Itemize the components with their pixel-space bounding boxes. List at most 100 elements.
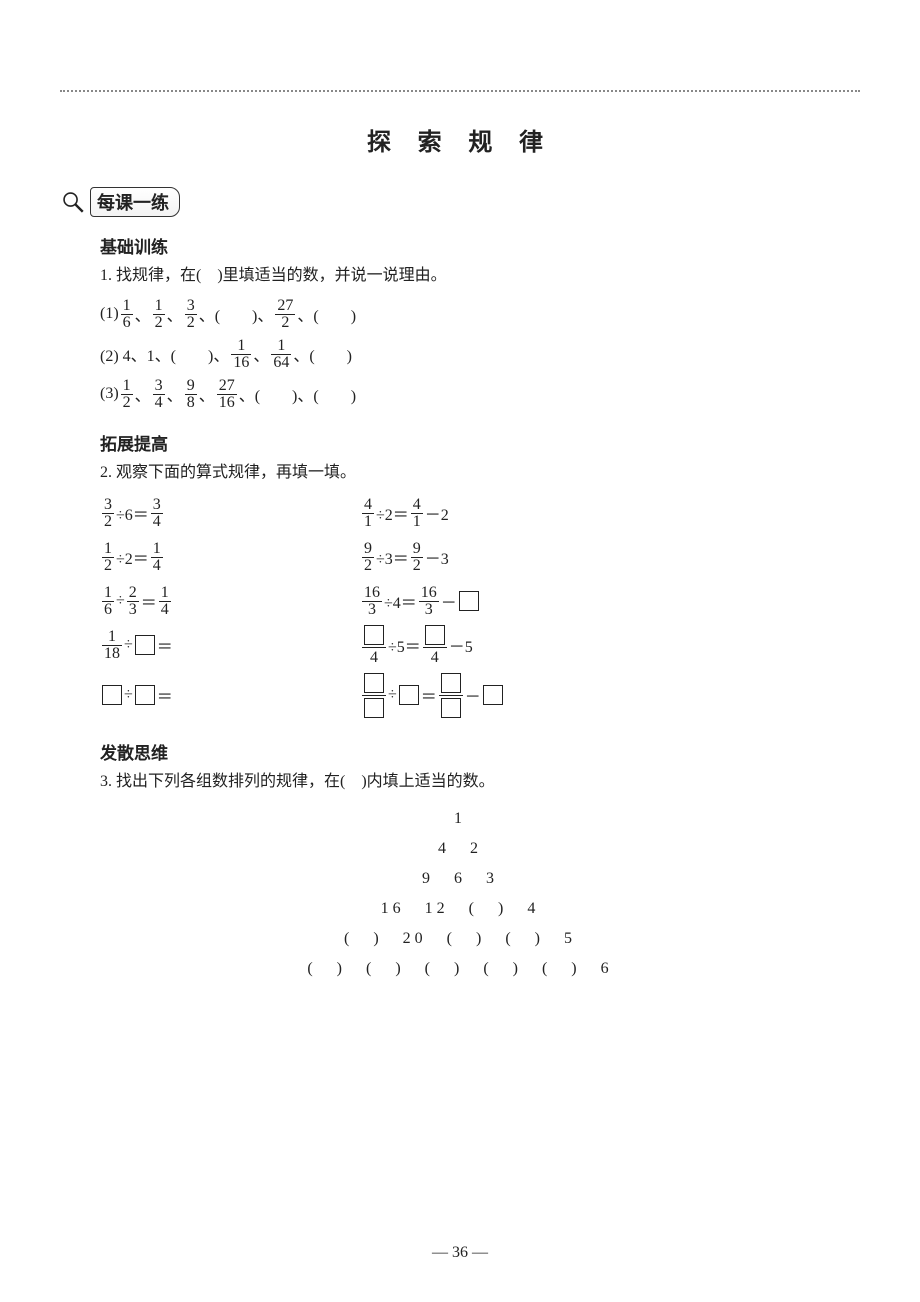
pyr-row-4: 16 12 ( ) 4 — [60, 894, 860, 924]
numerator: 4 — [362, 497, 374, 514]
blank-box — [102, 685, 122, 705]
eq: ＝ — [157, 633, 173, 657]
fraction: 2716 — [217, 378, 237, 411]
minus: － — [465, 683, 481, 707]
denominator: 6 — [121, 315, 133, 331]
eq-row-1: 32 ÷6＝ 34 41 ÷2＝ 41 －2 — [100, 491, 860, 535]
sep: 、 — [135, 302, 151, 326]
denominator: 2 — [121, 395, 133, 411]
fraction: 163 — [419, 585, 439, 618]
pyr-row-1: 1 — [60, 804, 860, 834]
denominator: 2 — [102, 514, 114, 530]
fraction: 14 — [151, 541, 163, 574]
sep: 、 — [253, 342, 269, 366]
fraction: 272 — [275, 298, 295, 331]
section-expand-head: 拓展提高 — [100, 430, 860, 455]
number-pyramid: 1 4 2 9 6 3 16 12 ( ) 4 ( ) 20 ( ) ( ) 5… — [60, 804, 860, 984]
fraction: 32 — [102, 497, 114, 530]
numerator: 1 — [159, 585, 171, 602]
q1-2-prefix: (2) 4、1、( )、 — [100, 342, 229, 366]
fraction: 92 — [362, 541, 374, 574]
tail: － — [441, 589, 457, 613]
blank-box — [459, 591, 479, 611]
q1-1-mid: 、( )、 — [199, 302, 274, 326]
fraction-blank: 4 — [423, 625, 447, 666]
eq-1L: 32 ÷6＝ 34 — [100, 497, 360, 530]
denominator: 6 — [102, 602, 114, 618]
fraction-blank — [439, 673, 463, 718]
eq-5L: ÷ ＝ — [100, 683, 360, 707]
op: ÷ — [124, 686, 133, 704]
numerator: 9 — [411, 541, 423, 558]
eq-3L: 16 ÷ 23 ＝ 14 — [100, 585, 360, 618]
eq-row-3: 16 ÷ 23 ＝ 14 163 ÷4＝ 163 － — [100, 579, 860, 623]
practice-label: 每课一练 — [90, 187, 180, 217]
numerator: 3 — [185, 298, 197, 315]
denominator: 4 — [151, 514, 163, 530]
blank-box — [364, 673, 384, 693]
section-divergent-head: 发散思维 — [100, 739, 860, 764]
blank-box — [425, 625, 445, 645]
eq-2R: 92 ÷3＝ 92 －3 — [360, 541, 620, 574]
tail: －5 — [449, 633, 473, 657]
q1-2-tail: 、( ) — [293, 342, 352, 366]
fraction: 16 — [102, 585, 114, 618]
fraction: 34 — [151, 497, 163, 530]
q1-1-tail: 、( ) — [297, 302, 356, 326]
numerator: 27 — [275, 298, 295, 315]
q1-3-prefix: (3) — [100, 385, 119, 403]
eq-2L: 12 ÷2＝ 14 — [100, 541, 360, 574]
eq-4R: 4 ÷5＝ 4 －5 — [360, 625, 620, 666]
blank-box — [399, 685, 419, 705]
fraction: 12 — [121, 378, 133, 411]
numerator: 4 — [411, 497, 423, 514]
denominator: 16 — [231, 355, 251, 371]
fraction-blank — [362, 673, 386, 718]
numerator: 1 — [102, 585, 114, 602]
q1-3-tail: 、( )、( ) — [239, 382, 356, 406]
section-basic-head: 基础训练 — [100, 233, 860, 258]
sep: 、 — [135, 382, 151, 406]
op: ÷3＝ — [376, 545, 409, 569]
fraction: 32 — [185, 298, 197, 331]
eq-row-4: 118 ÷ ＝ 4 ÷5＝ 4 －5 — [100, 623, 860, 667]
eq-1R: 41 ÷2＝ 41 －2 — [360, 497, 620, 530]
eq: ＝ — [157, 683, 173, 707]
tail: －3 — [425, 545, 449, 569]
denominator: 8 — [185, 395, 197, 411]
numerator: 16 — [362, 585, 382, 602]
fraction: 34 — [153, 378, 165, 411]
page-title: 探 索 规 律 — [60, 122, 860, 157]
numerator: 9 — [185, 378, 197, 395]
op: ÷4＝ — [384, 589, 417, 613]
page-number: — 36 — — [60, 1244, 860, 1262]
fraction: 14 — [159, 585, 171, 618]
q3-text: 3. 找出下列各组数排列的规律，在( )内填上适当的数。 — [100, 770, 860, 794]
denominator: 1 — [362, 514, 374, 530]
blank-box — [441, 673, 461, 693]
fraction: 23 — [127, 585, 139, 618]
numerator: 16 — [419, 585, 439, 602]
numerator: 1 — [231, 338, 251, 355]
denominator: 2 — [362, 558, 374, 574]
denominator: 64 — [271, 355, 291, 371]
blank-box — [364, 625, 384, 645]
fraction: 116 — [231, 338, 251, 371]
op: ÷5＝ — [388, 633, 421, 657]
q1-2: (2) 4、1、( )、 116 、 1 64 、( ) — [100, 334, 860, 374]
op: ÷2＝ — [376, 501, 409, 525]
denominator: 4 — [362, 650, 386, 666]
denominator: 2 — [102, 558, 114, 574]
numerator: 9 — [362, 541, 374, 558]
blank-box — [441, 698, 461, 718]
fraction-blank: 4 — [362, 625, 386, 666]
fraction: 41 — [411, 497, 423, 530]
eq-5R: ÷ ＝ － — [360, 673, 620, 718]
pyr-row-5: ( ) 20 ( ) ( ) 5 — [60, 924, 860, 954]
sep: 、 — [167, 382, 183, 406]
eq-4L: 118 ÷ ＝ — [100, 629, 360, 662]
denominator: 3 — [127, 602, 139, 618]
eq: ＝ — [141, 589, 157, 613]
fraction: 16 — [121, 298, 133, 331]
denominator: 3 — [419, 602, 439, 618]
